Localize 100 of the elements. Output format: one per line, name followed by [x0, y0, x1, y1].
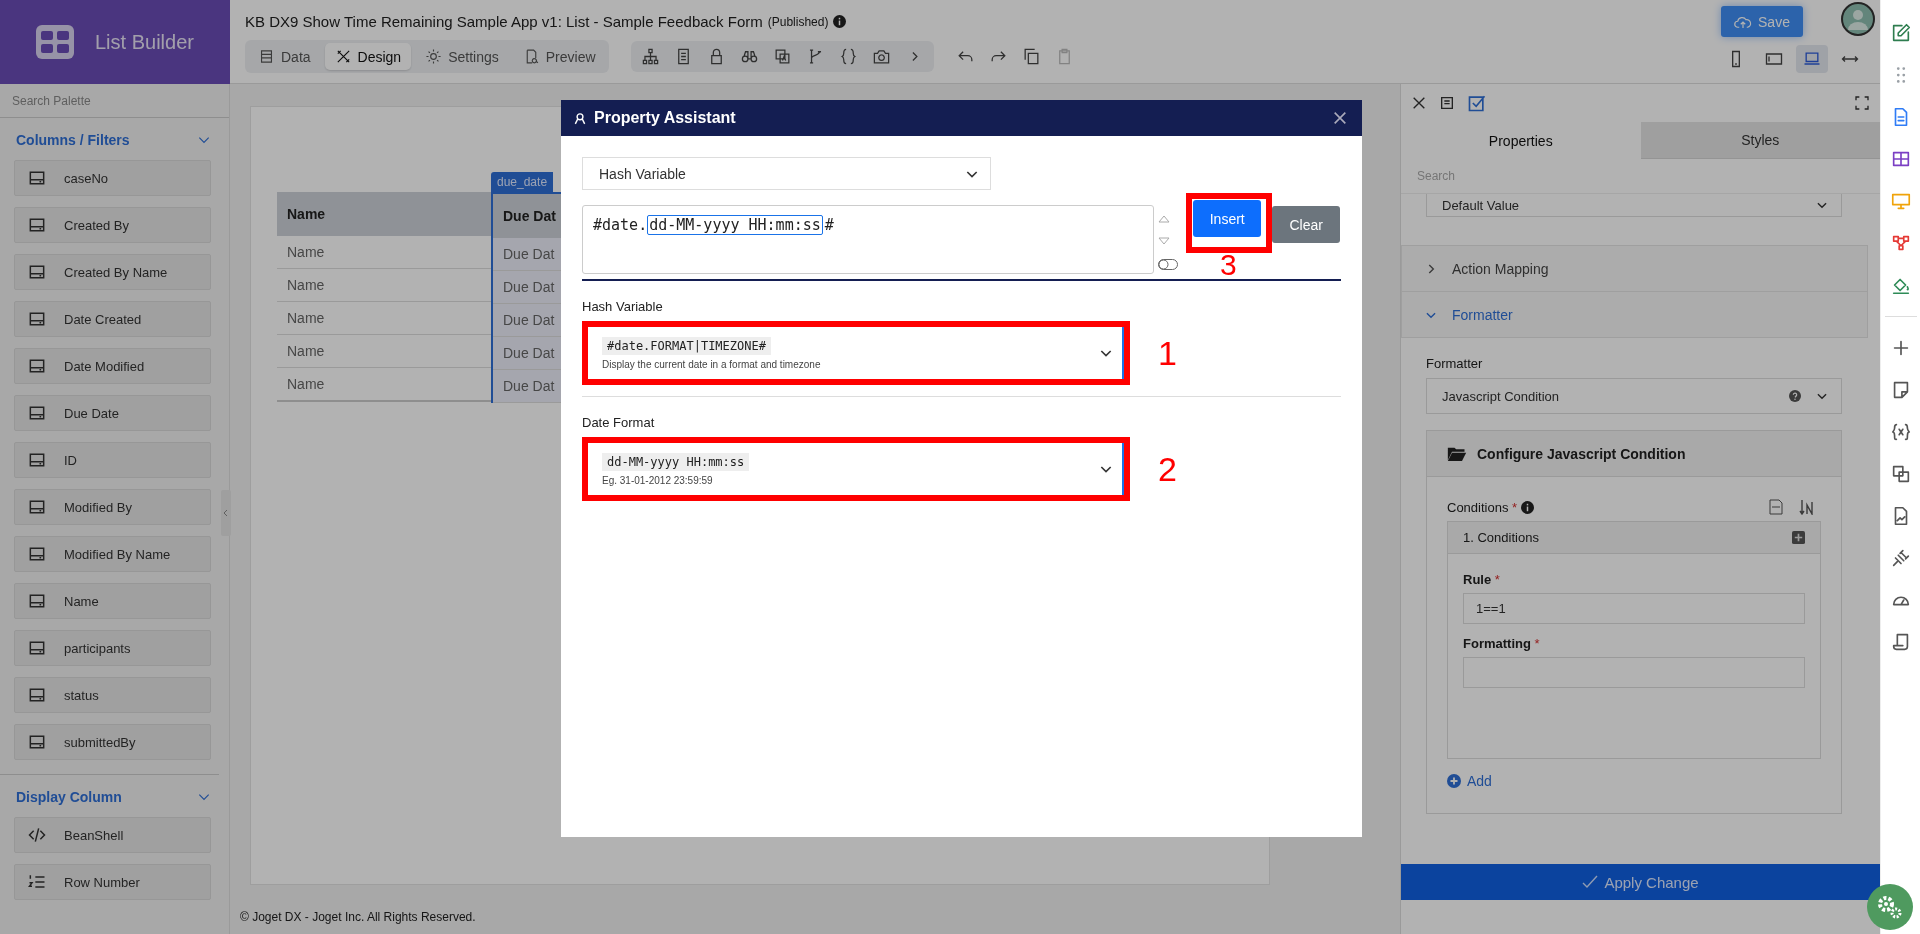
- column-icon: [27, 356, 47, 376]
- settings-icon: [425, 48, 443, 65]
- search-field[interactable]: Search Palette: [10, 87, 214, 114]
- palette-item[interactable]: Date Created: [14, 301, 211, 337]
- item-label: Created By Name: [64, 264, 168, 280]
- column-header[interactable]: Due Dat: [493, 194, 563, 238]
- step-number: 2: [1158, 449, 1177, 489]
- sitemap-icon[interactable]: [640, 47, 660, 66]
- list-icon: [258, 48, 275, 65]
- add-link[interactable]: Add: [1447, 773, 1492, 789]
- item-label: caseNo: [64, 170, 109, 186]
- apply-change-button[interactable]: Apply Change: [1401, 864, 1880, 900]
- copyright-text: © Joget DX - Joget Inc. All Rights Reserved.: [240, 910, 476, 924]
- mode-tab[interactable]: Design: [324, 43, 412, 70]
- palette-item[interactable]: Created By Name: [14, 254, 211, 290]
- formatting-field[interactable]: [1463, 657, 1805, 688]
- palette-item[interactable]: Date Modified: [14, 348, 211, 384]
- toggle-icon[interactable]: [1158, 259, 1179, 270]
- info-icon: [833, 15, 847, 28]
- camera-icon[interactable]: [871, 47, 891, 66]
- item-label: Due Date: [64, 405, 119, 421]
- folder-icon: [1447, 445, 1467, 462]
- laptop-icon[interactable]: [1796, 45, 1828, 73]
- avatar-icon[interactable]: [1841, 2, 1875, 36]
- select-field[interactable]: dd-MM-yyyy HH:mm:ss Eg. 31-01-2012 23:59:59: [588, 443, 1124, 495]
- clear-button[interactable]: Clear: [1272, 206, 1341, 243]
- palette-item[interactable]: ID: [14, 442, 211, 478]
- dialog-title: Property Assistant: [594, 109, 736, 127]
- close-icon[interactable]: [1411, 95, 1427, 111]
- panel-tab[interactable]: Styles: [1640, 122, 1880, 159]
- column-header[interactable]: Name: [277, 192, 491, 236]
- palette-item[interactable]: Name: [14, 583, 211, 619]
- column-icon: [27, 544, 47, 564]
- select-field[interactable]: #date.FORMAT|TIMEZONE# Display the current date in a format and timezone: [588, 327, 1124, 379]
- column-icon: [27, 450, 47, 470]
- column-icon: [27, 591, 47, 611]
- palette-item[interactable]: submittedBy: [14, 724, 211, 760]
- add-icon[interactable]: [1792, 531, 1805, 544]
- column-icon: [27, 168, 47, 188]
- palette-item[interactable]: participants: [14, 630, 211, 666]
- section-header[interactable]: Formatter: [1401, 292, 1868, 338]
- palette-item[interactable]: caseNo: [14, 160, 211, 196]
- check-icon: [1582, 875, 1599, 889]
- panel-title: Configure Javascript Condition: [1477, 445, 1686, 462]
- code-icon: [27, 825, 47, 845]
- column-icon: [27, 732, 47, 752]
- column-icon: [27, 403, 47, 423]
- insert-button[interactable]: Insert: [1193, 200, 1262, 237]
- palette-item[interactable]: Due Date: [14, 395, 211, 431]
- column-icon: [27, 685, 47, 705]
- variable-icon[interactable]: [1889, 421, 1912, 443]
- search-field[interactable]: Search: [1415, 163, 1719, 189]
- item-label: status: [64, 687, 99, 703]
- select-field[interactable]: Default Value: [1426, 194, 1842, 217]
- column-icon: [27, 497, 47, 517]
- table-icon: [35, 24, 75, 60]
- step-number: 3: [1219, 249, 1237, 281]
- palette-item[interactable]: Row Number: [14, 864, 211, 900]
- column-icon: [27, 215, 47, 235]
- section-title: Action Mapping: [1452, 260, 1549, 277]
- sort-icon[interactable]: [1799, 499, 1813, 515]
- app-title: List Builder: [95, 30, 194, 54]
- checkbox-icon[interactable]: [1467, 93, 1487, 113]
- column-tag: due_date: [491, 172, 554, 192]
- item-label: Date Created: [64, 311, 142, 327]
- column-icon: [27, 262, 47, 282]
- mode-tab[interactable]: Settings: [415, 43, 509, 70]
- mode-tab[interactable]: Data: [248, 43, 321, 70]
- mode-tab[interactable]: Preview: [512, 43, 606, 70]
- palette-item[interactable]: BeanShell: [14, 817, 211, 853]
- condition-title: 1. Conditions: [1463, 530, 1539, 545]
- collapse-handle[interactable]: [221, 490, 231, 536]
- fullscreen-icon[interactable]: [1854, 95, 1870, 111]
- braces-icon[interactable]: [838, 47, 858, 66]
- section-title: Formatter: [1452, 306, 1513, 323]
- rule-field[interactable]: 1==1: [1463, 593, 1805, 624]
- close-icon[interactable]: [1332, 110, 1348, 126]
- section-header[interactable]: Action Mapping: [1401, 245, 1868, 292]
- list-box-icon[interactable]: [1439, 95, 1455, 111]
- item-label: Date Modified: [64, 358, 145, 374]
- settings-icon[interactable]: [1867, 884, 1913, 930]
- field-label: Conditions *: [1447, 499, 1518, 515]
- field-label: Hash Variable: [582, 299, 664, 314]
- field-label: Formatter: [1426, 356, 1484, 371]
- item-label: Row Number: [64, 874, 140, 890]
- section-title: Columns / Filters: [16, 132, 130, 148]
- expression-field[interactable]: #date.dd-MM-yyyy HH:mm:ss #: [582, 205, 1155, 274]
- palette-item[interactable]: Modified By: [14, 489, 211, 525]
- section-title: Display Column: [16, 789, 122, 805]
- item-label: participants: [64, 640, 131, 656]
- item-label: Name: [64, 593, 99, 609]
- palette-item[interactable]: Modified By Name: [14, 536, 211, 572]
- select-field[interactable]: Javascript Condition: [1426, 378, 1842, 414]
- help-icon[interactable]: [1789, 390, 1801, 402]
- palette-item[interactable]: Created By: [14, 207, 211, 243]
- select-field[interactable]: Hash Variable: [582, 157, 991, 190]
- palette-item[interactable]: status: [14, 677, 211, 713]
- item-label: BeanShell: [64, 827, 124, 843]
- column-icon: [27, 309, 47, 329]
- form-title: KB DX9 Show Time Remaining Sample App v1: List - Sample Feedback Form: [245, 13, 763, 30]
